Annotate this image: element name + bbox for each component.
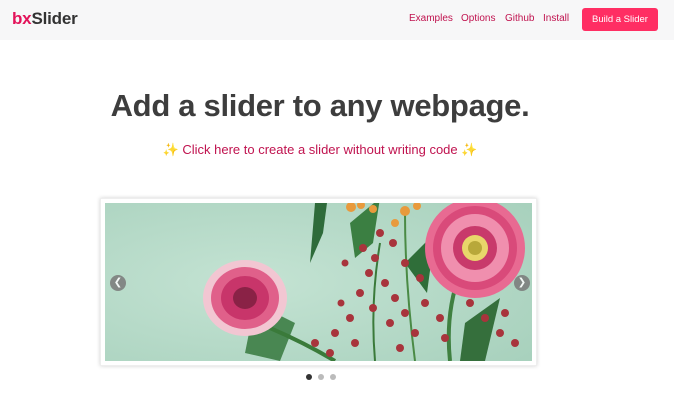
slide-image [105, 203, 532, 361]
create-slider-link-text[interactable]: Click here to create a slider without wr… [182, 142, 457, 157]
pager-dot-2[interactable] [318, 374, 324, 380]
page-title: Add a slider to any webpage. [110, 88, 530, 123]
brand-logo[interactable]: bxSlider [12, 9, 78, 29]
nav-link-options[interactable]: Options [461, 13, 495, 24]
slider-prev-button[interactable]: ❮ [110, 275, 126, 291]
slider-pager [306, 374, 336, 380]
nav-link-examples[interactable]: Examples [409, 13, 453, 24]
slider-next-button[interactable]: ❯ [514, 275, 530, 291]
pager-dot-3[interactable] [330, 374, 336, 380]
nav-link-install[interactable]: Install [543, 13, 569, 24]
top-navbar: bxSlider Examples Options Github Install… [0, 0, 674, 40]
nav-link-github[interactable]: Github [505, 13, 534, 24]
flower-photo [105, 203, 532, 361]
brand-suffix: Slider [31, 9, 78, 28]
slider-viewport [100, 198, 537, 366]
chevron-left-icon: ❮ [113, 277, 123, 288]
sparkles-icon: ✨ [162, 142, 179, 157]
chevron-right-icon: ❯ [517, 277, 527, 288]
sparkles-icon-right: ✨ [461, 142, 478, 157]
create-slider-link[interactable]: ✨ Click here to create a slider without … [0, 142, 640, 158]
brand-prefix: bx [12, 9, 32, 28]
build-slider-button[interactable]: Build a Slider [582, 8, 658, 31]
pager-dot-1[interactable] [306, 374, 312, 380]
